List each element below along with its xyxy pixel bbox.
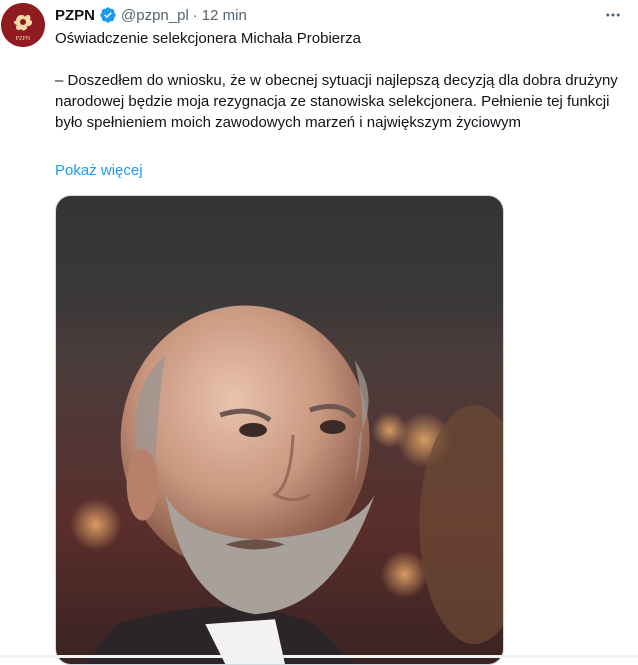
- coach-portrait-photo: [56, 196, 503, 664]
- tweet[interactable]: PZPN PZPN @pzpn_pl · 12 min Oświadczenie…: [0, 0, 638, 665]
- post-time[interactable]: 12 min: [202, 7, 247, 24]
- author-name[interactable]: PZPN: [55, 7, 95, 24]
- tweet-body: – Doszedłem do wniosku, że w obecnej syt…: [55, 72, 618, 131]
- show-more-link[interactable]: Pokaż więcej: [55, 160, 143, 181]
- verified-badge-icon: [100, 7, 116, 23]
- tweet-photo[interactable]: [55, 195, 504, 665]
- separator-dot: ·: [192, 6, 198, 24]
- avatar[interactable]: PZPN: [1, 3, 45, 47]
- more-horizontal-icon: [606, 13, 620, 17]
- tweet-text: Oświadczenie selekcjonera Michała Probie…: [55, 28, 625, 133]
- more-options-button[interactable]: [600, 2, 626, 28]
- author-handle[interactable]: @pzpn_pl: [121, 7, 189, 24]
- tweet-title: Oświadczenie selekcjonera Michała Probie…: [55, 30, 361, 47]
- pzpn-logo: PZPN: [1, 3, 45, 47]
- tweet-header: PZPN @pzpn_pl · 12 min: [55, 5, 247, 25]
- svg-text:PZPN: PZPN: [16, 36, 31, 42]
